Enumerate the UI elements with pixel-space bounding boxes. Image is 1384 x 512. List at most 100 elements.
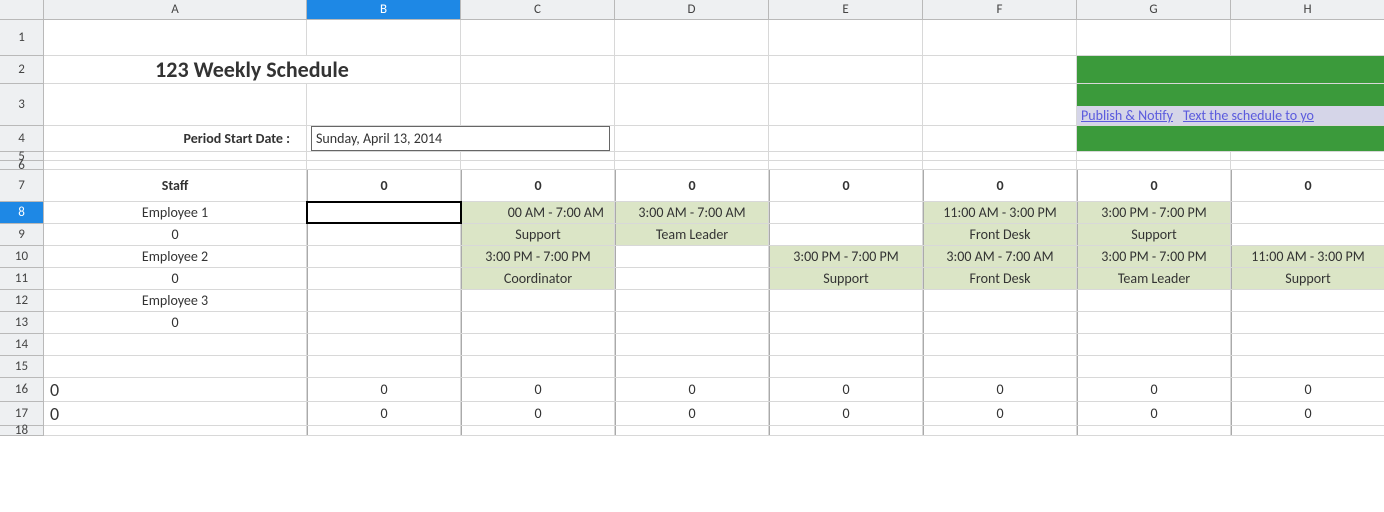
column-header-F[interactable]: F [923, 0, 1077, 19]
shift-role-0-B[interactable] [307, 224, 461, 245]
summary-16-C[interactable]: 0 [461, 378, 615, 401]
text-schedule-link[interactable]: Text the schedule to yo [1183, 107, 1314, 124]
row-header-7[interactable]: 7 [0, 170, 43, 202]
shift-time-2-F[interactable] [923, 290, 1077, 311]
row-header-9[interactable]: 9 [0, 224, 43, 246]
staff-name-1[interactable]: Employee 2 [44, 246, 307, 267]
header-E[interactable]: 0 [769, 170, 923, 201]
shift-time-1-H[interactable]: 11:00 AM - 3:00 PM [1231, 246, 1384, 267]
cell-15-B[interactable] [307, 356, 461, 377]
cell-15-C[interactable] [461, 356, 615, 377]
shift-role-2-H[interactable] [1231, 312, 1384, 333]
shift-time-2-B[interactable] [307, 290, 461, 311]
cell-4-E[interactable] [769, 126, 923, 151]
summary-17-D[interactable]: 0 [615, 402, 769, 425]
shift-role-0-C[interactable]: Support [461, 224, 615, 245]
row-header-1[interactable]: 1 [0, 20, 43, 56]
cell-4-D[interactable] [615, 126, 769, 151]
title-cell[interactable]: 123 Weekly Schedule [44, 56, 461, 83]
cell-6-E[interactable] [769, 161, 923, 169]
shift-role-0-G[interactable]: Support [1077, 224, 1231, 245]
column-header-D[interactable]: D [615, 0, 769, 19]
summary-17-B[interactable]: 0 [307, 402, 461, 425]
cell-2-D[interactable] [615, 56, 769, 83]
cell-14-F[interactable] [923, 334, 1077, 355]
period-start-date-cell[interactable]: Sunday, April 13, 2014 [307, 126, 615, 151]
cell-1-H[interactable] [1231, 20, 1384, 55]
shift-role-1-C[interactable]: Coordinator [461, 268, 615, 289]
cell-14-E[interactable] [769, 334, 923, 355]
shift-time-2-H[interactable] [1231, 290, 1384, 311]
cell-3-B[interactable] [307, 84, 461, 125]
row-header-3[interactable]: 3 [0, 84, 43, 126]
row-header-18[interactable]: 18 [0, 426, 43, 436]
shift-role-1-E[interactable]: Support [769, 268, 923, 289]
shift-role-1-G[interactable]: Team Leader [1077, 268, 1231, 289]
cell-5-B[interactable] [307, 152, 461, 160]
row-header-6[interactable]: 6 [0, 161, 43, 170]
shift-role-2-F[interactable] [923, 312, 1077, 333]
shift-time-0-H[interactable] [1231, 202, 1384, 223]
cell-18-A[interactable] [44, 426, 307, 435]
cell-18-H[interactable] [1231, 426, 1384, 435]
cell-1-E[interactable] [769, 20, 923, 55]
shift-role-1-H[interactable]: Support [1231, 268, 1384, 289]
summary-16-E[interactable]: 0 [769, 378, 923, 401]
cell-14-H[interactable] [1231, 334, 1384, 355]
cell-1-D[interactable] [615, 20, 769, 55]
summary-16-H[interactable]: 0 [1231, 378, 1384, 401]
cell-6-H[interactable] [1231, 161, 1384, 169]
cell-2-C[interactable] [461, 56, 615, 83]
shift-time-1-D[interactable] [615, 246, 769, 267]
column-header-G[interactable]: G [1077, 0, 1231, 19]
cell-15-G[interactable] [1077, 356, 1231, 377]
summary-16-F[interactable]: 0 [923, 378, 1077, 401]
shift-role-2-D[interactable] [615, 312, 769, 333]
cell-5-H[interactable] [1231, 152, 1384, 160]
summary-17-A[interactable]: 0 [44, 402, 307, 425]
shift-time-1-E[interactable]: 3:00 PM - 7:00 PM [769, 246, 923, 267]
cell-6-B[interactable] [307, 161, 461, 169]
row-header-13[interactable]: 13 [0, 312, 43, 334]
cell-6-D[interactable] [615, 161, 769, 169]
cell-14-A[interactable] [44, 334, 307, 355]
shift-time-2-D[interactable] [615, 290, 769, 311]
cell-3-C[interactable] [461, 84, 615, 125]
summary-17-G[interactable]: 0 [1077, 402, 1231, 425]
summary-16-B[interactable]: 0 [307, 378, 461, 401]
header-F[interactable]: 0 [923, 170, 1077, 201]
shift-time-2-C[interactable] [461, 290, 615, 311]
staff-name-2[interactable]: Employee 3 [44, 290, 307, 311]
cell-18-D[interactable] [615, 426, 769, 435]
column-header-H[interactable]: H [1231, 0, 1384, 19]
select-all-corner[interactable] [0, 0, 44, 20]
summary-16-A[interactable]: 0 [44, 378, 307, 401]
header-D[interactable]: 0 [615, 170, 769, 201]
cell-1-C[interactable] [461, 20, 615, 55]
cell-5-A[interactable] [44, 152, 307, 160]
shift-time-0-E[interactable] [769, 202, 923, 223]
staff-sub-1[interactable]: 0 [44, 268, 307, 289]
row-header-14[interactable]: 14 [0, 334, 43, 356]
row-header-16[interactable]: 16 [0, 378, 43, 402]
shift-role-0-H[interactable] [1231, 224, 1384, 245]
shift-time-1-F[interactable]: 3:00 AM - 7:00 AM [923, 246, 1077, 267]
cell-3-A[interactable] [44, 84, 307, 125]
cell-2-E[interactable] [769, 56, 923, 83]
staff-sub-0[interactable]: 0 [44, 224, 307, 245]
shift-role-2-B[interactable] [307, 312, 461, 333]
column-header-A[interactable]: A [44, 0, 307, 19]
shift-time-1-B[interactable] [307, 246, 461, 267]
cell-15-A[interactable] [44, 356, 307, 377]
shift-role-0-D[interactable]: Team Leader [615, 224, 769, 245]
row-header-15[interactable]: 15 [0, 356, 43, 378]
shift-role-2-G[interactable] [1077, 312, 1231, 333]
shift-role-0-E[interactable] [769, 224, 923, 245]
summary-16-G[interactable]: 0 [1077, 378, 1231, 401]
shift-role-0-F[interactable]: Front Desk [923, 224, 1077, 245]
row-header-2[interactable]: 2 [0, 56, 43, 84]
summary-17-H[interactable]: 0 [1231, 402, 1384, 425]
shift-role-2-C[interactable] [461, 312, 615, 333]
shift-time-1-C[interactable]: 3:00 PM - 7:00 PM [461, 246, 615, 267]
staff-sub-2[interactable]: 0 [44, 312, 307, 333]
